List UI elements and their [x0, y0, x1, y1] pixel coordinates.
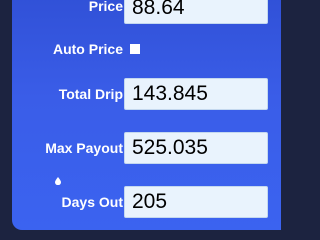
- max-payout-input[interactable]: [124, 132, 268, 164]
- total-drip-label: Total Drip: [58, 86, 123, 102]
- max-payout-label: Max Payout: [45, 140, 123, 156]
- total-drip-input[interactable]: [124, 78, 268, 110]
- auto-price-label: Auto Price: [52, 41, 123, 57]
- calculator-panel: Price Auto Price Total Drip Max Payout D…: [12, 0, 281, 230]
- days-out-label: Days Out: [61, 194, 123, 210]
- drop-icon: [55, 177, 61, 185]
- price-input[interactable]: [124, 0, 268, 24]
- price-label: Price: [88, 0, 123, 14]
- days-out-input[interactable]: [124, 186, 268, 218]
- auto-price-checkbox[interactable]: [130, 44, 140, 54]
